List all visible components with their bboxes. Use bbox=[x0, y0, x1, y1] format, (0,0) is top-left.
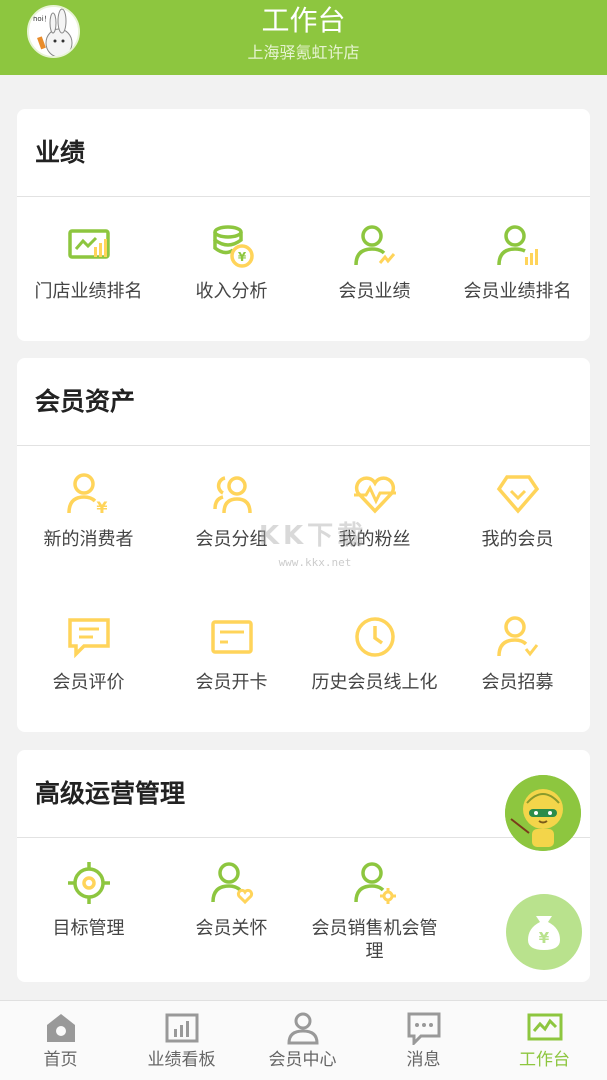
menu-item-store-rank[interactable]: 门店业绩排名 bbox=[17, 223, 160, 303]
clock-icon bbox=[354, 617, 395, 657]
money-bag-icon: ¥ bbox=[528, 916, 560, 950]
message-icon bbox=[407, 1012, 440, 1045]
dashboard-chart-icon bbox=[165, 1013, 198, 1043]
menu-item-label: 会员评价 bbox=[52, 672, 125, 693]
workbench-icon bbox=[527, 1013, 562, 1041]
menu-item-label: 我的会员 bbox=[481, 529, 554, 550]
tab-label: 会员中心 bbox=[268, 1050, 337, 1070]
section-title: 业绩 bbox=[35, 138, 86, 167]
home-icon bbox=[46, 1014, 75, 1042]
tab-label: 业绩看板 bbox=[147, 1050, 216, 1070]
tab-label: 消息 bbox=[406, 1050, 441, 1070]
menu-item-label: 会员招募 bbox=[481, 672, 554, 693]
menu-item-member-care[interactable]: 会员关怀 bbox=[160, 860, 303, 940]
store-rank-chart-icon bbox=[67, 229, 110, 259]
person-check-icon bbox=[496, 616, 538, 657]
member-bars-icon bbox=[496, 225, 538, 266]
watermark: KK下载 bbox=[258, 521, 368, 551]
section-title: 会员资产 bbox=[35, 387, 136, 416]
svg-text:¥: ¥ bbox=[96, 498, 107, 517]
target-icon bbox=[67, 862, 110, 904]
menu-item-label: 会员关怀 bbox=[195, 918, 268, 939]
person-yen-icon: ¥ bbox=[66, 473, 107, 517]
svg-text:¥: ¥ bbox=[237, 250, 246, 264]
coins-yen-icon: ¥ bbox=[212, 225, 254, 268]
tab-member-center[interactable]: 会员中心 bbox=[242, 1001, 363, 1080]
mascot-assistant-button[interactable] bbox=[505, 775, 581, 851]
app-header: hoi！ 工作台 上海驿氪虹许店 bbox=[0, 0, 607, 75]
people-group-icon bbox=[212, 476, 252, 514]
divider bbox=[17, 196, 590, 197]
bottom-tab-bar: 首页 业绩看板 会员中心 消息 工作台 bbox=[0, 1000, 607, 1080]
watermark-url: www.kkx.net bbox=[278, 556, 352, 569]
money-bag-button[interactable]: ¥ bbox=[506, 894, 582, 970]
menu-item-goal-management[interactable]: 目标管理 bbox=[17, 860, 160, 940]
menu-item-member-recruit[interactable]: 会员招募 bbox=[446, 614, 589, 694]
menu-item-label: 门店业绩排名 bbox=[34, 281, 143, 302]
tab-dashboard[interactable]: 业绩看板 bbox=[121, 1001, 242, 1080]
tab-label: 首页 bbox=[43, 1050, 78, 1070]
menu-item-label: 会员业绩 bbox=[338, 281, 411, 302]
heart-pulse-icon bbox=[353, 476, 396, 514]
menu-item-label: 目标管理 bbox=[52, 918, 125, 939]
store-name: 上海驿氪虹许店 bbox=[247, 43, 360, 62]
divider bbox=[17, 445, 590, 446]
menu-item-member-rank[interactable]: 会员业绩排名 bbox=[446, 223, 589, 303]
menu-item-new-consumers[interactable]: ¥ 新的消费者 bbox=[17, 471, 160, 551]
menu-item-label: 会员销售机会管理 bbox=[311, 918, 438, 962]
card-icon bbox=[210, 620, 253, 654]
section-performance: 业绩 门店业绩排名 ¥ 收入分析 会员业绩 会员业绩排名 bbox=[17, 109, 590, 341]
svg-text:¥: ¥ bbox=[539, 929, 550, 947]
section-title: 高级运营管理 bbox=[35, 779, 186, 808]
comment-bubble-icon bbox=[67, 618, 110, 659]
menu-item-member-reviews[interactable]: 会员评价 bbox=[17, 614, 160, 694]
menu-item-member-card[interactable]: 会员开卡 bbox=[160, 614, 303, 694]
person-heart-icon bbox=[210, 862, 253, 905]
member-trend-icon bbox=[353, 225, 395, 266]
menu-item-label: 收入分析 bbox=[195, 281, 268, 302]
menu-item-history-online[interactable]: 历史会员线上化 bbox=[303, 614, 446, 694]
person-gear-icon bbox=[353, 862, 396, 904]
menu-item-label: 新的消费者 bbox=[43, 529, 134, 550]
menu-item-label: 历史会员线上化 bbox=[311, 672, 438, 693]
diamond-icon bbox=[496, 475, 539, 514]
divider bbox=[17, 837, 590, 838]
menu-item-income-analysis[interactable]: ¥ 收入分析 bbox=[160, 223, 303, 303]
tab-workbench[interactable]: 工作台 bbox=[484, 1001, 605, 1080]
menu-item-label: 会员开卡 bbox=[195, 672, 268, 693]
menu-item-sales-opportunity[interactable]: 会员销售机会管理 bbox=[303, 860, 446, 963]
menu-item-my-members[interactable]: 我的会员 bbox=[446, 471, 589, 551]
tab-label: 工作台 bbox=[519, 1050, 570, 1070]
tab-messages[interactable]: 消息 bbox=[363, 1001, 484, 1080]
section-advanced-operations: 高级运营管理 目标管理 会员关怀 会员销售机会管理 bbox=[17, 750, 590, 982]
menu-item-member-performance[interactable]: 会员业绩 bbox=[303, 223, 446, 303]
menu-item-label: 会员业绩排名 bbox=[463, 281, 572, 302]
tab-home[interactable]: 首页 bbox=[0, 1001, 121, 1080]
person-icon bbox=[286, 1012, 319, 1045]
page-title: 工作台 bbox=[261, 4, 346, 37]
